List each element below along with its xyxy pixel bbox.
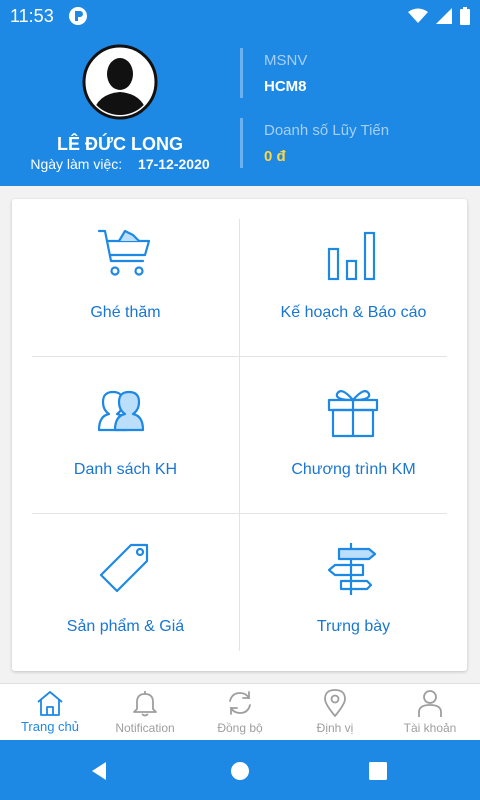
employee-id-label: MSNV <box>264 52 308 69</box>
menu-label: Chương trình KM <box>291 461 416 478</box>
bar-chart-icon <box>327 231 376 281</box>
recent-apps-icon[interactable] <box>367 760 389 782</box>
location-pin-icon <box>324 689 346 717</box>
price-tag-icon <box>99 543 149 593</box>
nav-location[interactable]: Định vị <box>287 684 383 741</box>
menu-label: Danh sách KH <box>73 461 178 478</box>
nav-label: Trang chủ <box>20 719 80 734</box>
menu-label: Trưng bày <box>316 618 391 635</box>
menu-item-promotions[interactable]: Chương trình KM <box>240 356 467 513</box>
nav-home[interactable]: Trang chủ <box>2 684 98 741</box>
nav-sync[interactable]: Đồng bộ <box>192 684 288 741</box>
profile-header: LÊ ĐỨC LONG Ngày làm việc: 17-12-2020 MS… <box>0 32 480 186</box>
customers-icon <box>97 390 145 432</box>
menu-item-display[interactable]: Trưng bày <box>240 513 467 670</box>
sync-icon <box>229 691 251 715</box>
nav-label: Notification <box>115 721 175 735</box>
sales-label: Doanh số Lũy Tiến <box>264 122 390 139</box>
bottom-navigation: Trang chủ Notification Đồng bộ Định vị T… <box>0 683 480 741</box>
signal-icon <box>436 8 452 24</box>
bell-icon <box>133 691 157 717</box>
system-navigation-bar <box>0 740 480 800</box>
employee-id-value: HCM8 <box>264 78 307 95</box>
avatar[interactable] <box>82 44 158 120</box>
back-icon[interactable] <box>89 760 111 782</box>
sales-block: Doanh số Lũy Tiến 0 đ <box>240 118 480 168</box>
sales-value: 0 đ <box>264 148 286 165</box>
menu-item-plan-report[interactable]: Kế hoạch & Báo cáo <box>240 199 467 356</box>
shopping-basket-icon <box>97 229 151 276</box>
wifi-icon <box>408 8 428 23</box>
nav-label: Định vị <box>316 721 354 735</box>
menu-item-visit[interactable]: Ghé thăm <box>12 199 239 356</box>
home-icon <box>37 691 63 716</box>
nav-notification[interactable]: Notification <box>97 684 193 741</box>
status-time: 11:53 <box>10 6 54 26</box>
nav-label: Tài khoản <box>403 721 457 735</box>
account-icon <box>418 690 442 717</box>
home-button-icon[interactable] <box>229 760 251 782</box>
menu-grid: Ghé thăm Kế hoạch & Báo cáo Danh sách KH… <box>12 199 467 671</box>
menu-label: Ghé thăm <box>90 304 161 321</box>
menu-item-products-prices[interactable]: Sản phẩm & Giá <box>12 513 239 670</box>
user-name: LÊ ĐỨC LONG <box>57 134 183 154</box>
employee-id-block: MSNV HCM8 <box>240 48 480 98</box>
nav-account[interactable]: Tài khoản <box>382 684 478 741</box>
battery-icon <box>460 7 470 25</box>
menu-item-customers[interactable]: Danh sách KH <box>12 356 239 513</box>
gift-icon <box>327 390 379 438</box>
info-divider <box>240 118 243 168</box>
work-date-label: Ngày làm việc: <box>30 156 123 172</box>
info-divider <box>240 48 243 98</box>
app-notification-icon <box>69 7 87 25</box>
work-date-row: Ngày làm việc: 17-12-2020 <box>0 156 240 172</box>
menu-label: Sản phẩm & Giá <box>66 618 185 635</box>
status-bar: 11:53 <box>0 0 480 32</box>
menu-label: Kế hoạch & Báo cáo <box>280 304 427 321</box>
signpost-icon <box>327 543 377 595</box>
nav-label: Đồng bộ <box>217 721 263 735</box>
work-date-value: 17-12-2020 <box>138 156 210 172</box>
